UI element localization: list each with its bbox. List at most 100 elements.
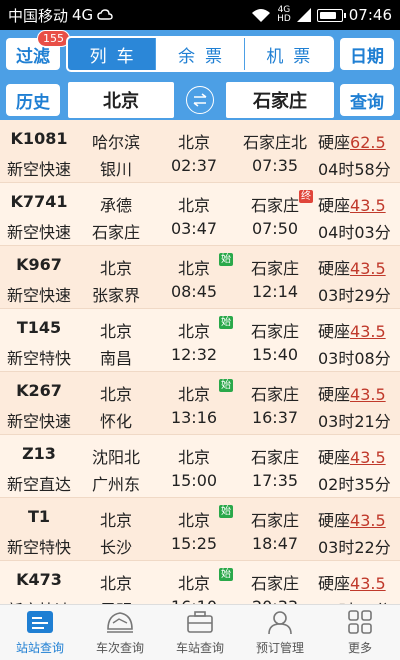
nav-station-to-station[interactable]: 站站查询 <box>0 605 80 660</box>
terminal-station: 银川 <box>99 160 132 179</box>
train-type: 新空快速 <box>6 160 71 179</box>
seat-price: 硬座43.5 <box>318 255 386 279</box>
tab-flights[interactable]: 机票 <box>243 38 332 70</box>
history-button[interactable]: 历史 <box>6 84 60 116</box>
nav-more[interactable]: 更多 <box>320 605 400 660</box>
seat-price: 硬座43.5 <box>318 444 386 468</box>
clock: 07:46 <box>348 6 392 24</box>
terminal-station: 石家庄 <box>91 223 140 242</box>
origin-tag: 始 <box>219 379 233 392</box>
tab-remaining-tickets[interactable]: 余票 <box>155 38 243 70</box>
train-number: K473 <box>16 570 62 589</box>
arrival-station: 石家庄 <box>250 574 299 593</box>
terminal-station: 广州东 <box>91 475 140 494</box>
departure-time: 02:37 <box>170 156 218 175</box>
departure-time: 16:10 <box>164 597 224 604</box>
departure-station: 北京 <box>177 385 210 404</box>
seat-class: 硬座 <box>318 574 351 593</box>
battery-icon <box>316 8 346 22</box>
to-station-field[interactable]: 石家庄 <box>226 82 334 118</box>
train-number: K1081 <box>10 129 68 148</box>
origin-station: 北京 <box>99 259 132 278</box>
seat-class: 硬座 <box>318 133 351 152</box>
cloud-icon <box>97 9 113 20</box>
carrier-info: 中国移动 4G <box>8 5 113 26</box>
ticket-price-link[interactable]: 43.5 <box>350 511 386 530</box>
train-row[interactable]: T1 新空特快 北京 长沙 北京 15:25 石家庄 18:47 硬座43.5 03时22分 始 <box>0 498 400 561</box>
terminal-station: 南昌 <box>99 349 132 368</box>
date-button[interactable]: 日期 <box>340 38 394 70</box>
terminal-station: 长沙 <box>99 538 132 557</box>
train-type: 新空快速 <box>6 223 71 242</box>
tab-trains[interactable]: 列车 <box>68 38 156 70</box>
departure-time: 08:45 <box>170 282 218 301</box>
train-list: K1081 新空快速 哈尔滨 银川 北京 02:37 石家庄北 07:35 硬座62.5 04时5… <box>0 120 400 604</box>
terminal-station: 昆明 <box>84 597 148 604</box>
travel-duration: 02时35分 <box>318 475 391 494</box>
seat-price: 硬座43.5 <box>318 192 386 216</box>
departure-station: 北京 <box>177 322 210 341</box>
nav-station-query[interactable]: 车站查询 <box>160 605 240 660</box>
terminal-station: 怀化 <box>99 412 132 431</box>
origin-station: 沈阳北 <box>91 448 140 467</box>
nav-booking-management[interactable]: 预订管理 <box>240 605 320 660</box>
arrival-station: 石家庄 <box>250 259 299 278</box>
departure-time: 15:25 <box>170 534 218 553</box>
travel-duration: 03时08分 <box>318 349 391 368</box>
travel-duration: 04时03分 <box>318 223 391 242</box>
train-type: 新空快速 <box>6 412 71 431</box>
origin-station: 北京 <box>99 385 132 404</box>
query-button[interactable]: 查询 <box>340 84 394 116</box>
travel-duration: 04时58分 <box>318 160 391 179</box>
arrival-time: 18:47 <box>251 534 299 553</box>
train-number: T1 <box>27 507 51 526</box>
train-row[interactable]: T145 新空特快 北京 南昌 北京 12:32 石家庄 15:40 硬座43.5 03时08分 始 <box>0 309 400 372</box>
train-row[interactable]: K7741 新空快速 承德 石家庄 北京 03:47 石家庄 07:50 硬座43.5 04时03… <box>0 183 400 246</box>
ticket-price-link[interactable]: 43.5 <box>350 196 386 215</box>
origin-station: 北京 <box>99 322 132 341</box>
ticket-price-link[interactable]: 43.5 <box>350 259 386 278</box>
ticket-price-link[interactable]: 43.5 <box>350 448 386 467</box>
train-row[interactable]: K267 新空快速 北京 怀化 北京 13:16 石家庄 16:37 硬座43.5 03时21分 始 <box>0 372 400 435</box>
train-number: K7741 <box>10 192 68 211</box>
train-row[interactable]: K473 新空快速 北京昆明 北京 16:10 石家庄 20:33 硬座43.5 04时23分 始 <box>0 561 400 604</box>
ticket-price-link[interactable]: 43.5 <box>350 574 386 593</box>
origin-tag: 始 <box>219 253 233 266</box>
departure-station: 北京 <box>177 133 210 152</box>
swap-icon <box>193 93 207 107</box>
ticket-price-link[interactable]: 62.5 <box>350 133 386 152</box>
train-number: K967 <box>16 255 62 274</box>
travel-duration: 04时23分 <box>318 597 391 604</box>
arrival-time: 16:37 <box>251 408 299 427</box>
seat-class: 硬座 <box>318 448 351 467</box>
seat-class: 硬座 <box>318 196 351 215</box>
departure-time: 13:16 <box>170 408 218 427</box>
from-station-field[interactable]: 北京 <box>68 82 174 118</box>
swap-stations-button[interactable] <box>186 86 214 114</box>
train-row[interactable]: K967 新空快速 北京 张家界 北京 08:45 石家庄 12:14 硬座43.5 03时29分… <box>0 246 400 309</box>
seat-class: 硬座 <box>318 259 351 278</box>
bottom-nav: 站站查询 车次查询 车站查询 预订管理 更多 <box>0 604 400 660</box>
nav-train-query[interactable]: 车次查询 <box>80 605 160 660</box>
origin-tag: 始 <box>219 316 233 329</box>
filter-button[interactable]: 过滤 155 <box>6 30 70 70</box>
seat-price: 硬座43.5 <box>318 507 386 531</box>
ticket-price-link[interactable]: 43.5 <box>350 385 386 404</box>
arrival-time: 20:33 <box>236 597 314 604</box>
briefcase-icon <box>187 611 213 633</box>
grid-icon <box>348 610 372 634</box>
seat-class: 硬座 <box>318 385 351 404</box>
ticket-price-link[interactable]: 43.5 <box>350 322 386 341</box>
train-number: T145 <box>16 318 62 337</box>
train-number: Z13 <box>22 444 56 463</box>
origin-station: 北京 <box>99 511 132 530</box>
departure-station: 北京 <box>177 511 210 530</box>
travel-duration: 03时29分 <box>318 286 391 305</box>
departure-time: 15:00 <box>170 471 218 490</box>
train-row[interactable]: Z13 新空直达 沈阳北 广州东 北京 15:00 石家庄 17:35 硬座43.5 02时35分 <box>0 435 400 498</box>
seat-price: 硬座43.5 <box>318 570 386 594</box>
train-row[interactable]: K1081 新空快速 哈尔滨 银川 北京 02:37 石家庄北 07:35 硬座62.5 04时5… <box>0 120 400 183</box>
origin-station: 承德 <box>99 196 132 215</box>
status-bar: 中国移动 4G 4G HD 07:46 <box>0 0 400 30</box>
arrival-time: 07:35 <box>251 156 299 175</box>
